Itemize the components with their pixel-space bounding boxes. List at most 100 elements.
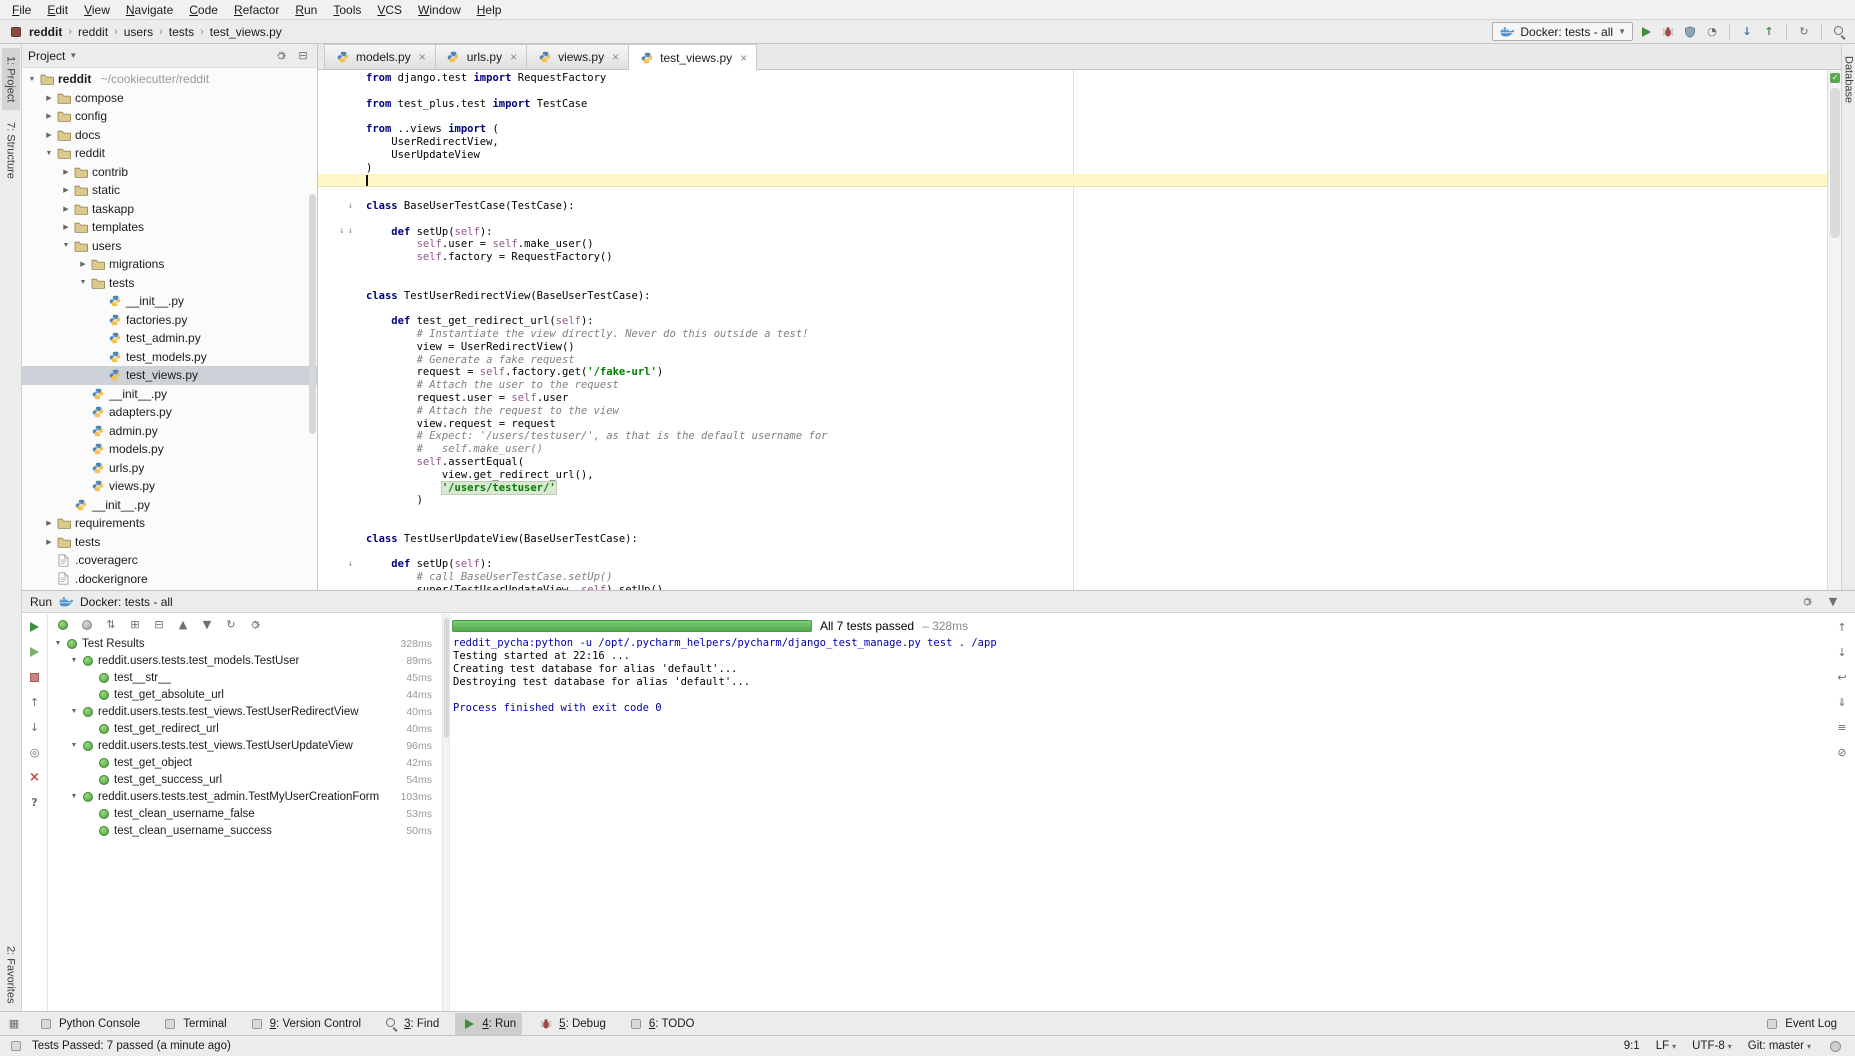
toolwindow-button-pythonconsole[interactable]: Python Console xyxy=(32,1013,146,1035)
rerun-failed-icon[interactable] xyxy=(27,644,43,660)
breadcrumb-item[interactable]: test_views.py xyxy=(208,25,284,39)
editor-tab-models.py[interactable]: models.py× xyxy=(324,44,436,69)
tree-item-docs[interactable]: ▶docs xyxy=(22,126,317,145)
tree-item-__init__.py[interactable]: __init__.py xyxy=(22,385,317,404)
close-icon[interactable]: × xyxy=(27,769,43,785)
code-line[interactable]: self.factory = RequestFactory() xyxy=(318,251,1827,264)
code-line[interactable]: '/users/testuser/' xyxy=(318,482,1827,495)
tree-item-test_models.py[interactable]: test_models.py xyxy=(22,348,317,367)
menu-navigate[interactable]: Navigate xyxy=(118,1,181,19)
previous-failed-icon[interactable]: ▲ xyxy=(175,617,191,633)
down-stack-icon[interactable]: ↓ xyxy=(1834,644,1850,660)
toolwindow-button-4run[interactable]: 4: Run xyxy=(455,1013,522,1035)
tree-item-tests[interactable]: ▼tests xyxy=(22,274,317,293)
test-result-row[interactable]: test__str__45ms xyxy=(48,669,442,686)
code-line[interactable]: # Generate a fake request xyxy=(318,354,1827,367)
code-line[interactable]: class TestUserUpdateView(BaseUserTestCas… xyxy=(318,533,1827,546)
code-line[interactable]: ) xyxy=(318,494,1827,507)
test-result-row[interactable]: test_get_success_url54ms xyxy=(48,771,442,788)
code-line[interactable]: from test_plus.test import TestCase xyxy=(318,98,1827,111)
run-configuration-select[interactable]: Docker: tests - all ▼ xyxy=(1492,22,1633,41)
scroll-end-icon[interactable]: ⇓ xyxy=(1834,694,1850,710)
code-line[interactable]: # call BaseUserTestCase.setUp() xyxy=(318,571,1827,584)
tree-item-requirements[interactable]: ▶requirements xyxy=(22,514,317,533)
tree-item-test_admin.py[interactable]: test_admin.py xyxy=(22,329,317,348)
editor-tab-test_views.py[interactable]: test_views.py× xyxy=(628,44,757,70)
code-line[interactable]: ↓class BaseUserTestCase(TestCase): xyxy=(318,200,1827,213)
settings-icon[interactable] xyxy=(247,617,263,633)
chevron-down-icon[interactable]: ▼ xyxy=(77,279,89,286)
settings-icon[interactable] xyxy=(1799,594,1815,610)
chevron-right-icon[interactable]: ▶ xyxy=(60,223,72,231)
editor-tab-views.py[interactable]: views.py× xyxy=(526,44,629,69)
test-result-row[interactable]: ▼reddit.users.tests.test_admin.TestMyUse… xyxy=(48,788,442,805)
menu-view[interactable]: View xyxy=(76,1,118,19)
code-line[interactable] xyxy=(318,277,1827,290)
tree-item-tests[interactable]: ▶tests xyxy=(22,533,317,552)
chevron-right-icon[interactable]: ▶ xyxy=(43,538,55,546)
test-result-row[interactable]: test_clean_username_false53ms xyxy=(48,805,442,822)
toolwindow-button-terminal[interactable]: Terminal xyxy=(156,1013,232,1035)
menu-file[interactable]: File xyxy=(4,1,39,19)
code-line[interactable] xyxy=(318,264,1827,277)
code-line[interactable]: ↓↓ def setUp(self): xyxy=(318,226,1827,239)
override-marker-icon[interactable]: ↓ xyxy=(348,202,353,211)
code-line[interactable]: from django.test import RequestFactory xyxy=(318,72,1827,85)
tree-item-templates[interactable]: ▶templates xyxy=(22,218,317,237)
chevron-down-icon[interactable]: ▼ xyxy=(68,708,80,715)
chevron-right-icon[interactable]: ▶ xyxy=(43,112,55,120)
code-line[interactable]: # self.make_user() xyxy=(318,443,1827,456)
next-occurrence-icon[interactable]: ↓ xyxy=(27,719,43,735)
test-result-row[interactable]: ▼reddit.users.tests.test_models.TestUser… xyxy=(48,652,442,669)
code-line[interactable]: view.request = request xyxy=(318,418,1827,431)
print-icon[interactable]: ≡ xyxy=(1834,719,1850,735)
project-scrollbar[interactable] xyxy=(309,194,316,434)
code-line[interactable]: self.assertEqual( xyxy=(318,456,1827,469)
code-line[interactable]: # Instantiate the view directly. Never d… xyxy=(318,328,1827,341)
toolwindow-button-3find[interactable]: 3: Find xyxy=(377,1013,445,1035)
code-line[interactable] xyxy=(318,85,1827,98)
tree-item-contrib[interactable]: ▶contrib xyxy=(22,163,317,182)
stripe-button-project[interactable]: 1: Project xyxy=(2,48,20,110)
breadcrumb-item[interactable]: tests xyxy=(167,25,196,39)
tree-item-urls.py[interactable]: urls.py xyxy=(22,459,317,478)
close-icon[interactable]: × xyxy=(419,50,426,64)
code-line[interactable]: class TestUserRedirectView(BaseUserTestC… xyxy=(318,290,1827,303)
toolwindow-button-9versioncontrol[interactable]: 9: Version Control xyxy=(243,1013,367,1035)
menu-run[interactable]: Run xyxy=(287,1,325,19)
code-line[interactable] xyxy=(318,507,1827,520)
tree-item-test_views.py[interactable]: test_views.py xyxy=(22,366,317,385)
tree-item-admin.py[interactable]: admin.py xyxy=(22,422,317,441)
code-line[interactable] xyxy=(318,174,1827,187)
tree-item-compose[interactable]: ▶compose xyxy=(22,89,317,108)
debug-icon[interactable] xyxy=(1660,24,1676,40)
menu-edit[interactable]: Edit xyxy=(39,1,76,19)
project-panel-header[interactable]: Project ▼ ⊟ xyxy=(22,44,317,68)
vcs-commit-icon[interactable]: ↑ xyxy=(1761,24,1777,40)
expand-all-icon[interactable]: ⊞ xyxy=(127,617,143,633)
settings-icon[interactable] xyxy=(273,48,289,64)
profiler-icon[interactable]: ◔ xyxy=(1704,24,1720,40)
chevron-down-icon[interactable]: ▼ xyxy=(60,242,72,249)
run-console-output[interactable]: reddit_pycha:python -u /opt/.pycharm_hel… xyxy=(450,634,1829,1011)
chevron-down-icon[interactable]: ▼ xyxy=(26,76,38,83)
menu-refactor[interactable]: Refactor xyxy=(226,1,287,19)
collapse-all-icon[interactable]: ⊟ xyxy=(295,48,311,64)
sort-alphabetically-icon[interactable]: ⇅ xyxy=(103,617,119,633)
code-line[interactable]: # Attach the request to the view xyxy=(318,405,1827,418)
breadcrumb-item[interactable]: users xyxy=(122,25,155,39)
code-line[interactable] xyxy=(318,213,1827,226)
toolwindow-button-5debug[interactable]: 5: Debug xyxy=(532,1013,612,1035)
hide-passed-icon[interactable] xyxy=(55,617,71,633)
status-message[interactable]: Tests Passed: 7 passed (a minute ago) xyxy=(32,1040,231,1052)
tree-item-migrations[interactable]: ▶migrations xyxy=(22,255,317,274)
tree-item-taskapp[interactable]: ▶taskapp xyxy=(22,200,317,219)
menu-window[interactable]: Window xyxy=(410,1,469,19)
close-icon[interactable]: × xyxy=(740,51,747,65)
inspector-icon[interactable] xyxy=(1827,1038,1843,1054)
show-ignored-icon[interactable] xyxy=(79,617,95,633)
test-result-row[interactable]: test_get_redirect_url40ms xyxy=(48,720,442,737)
collapse-all-icon[interactable]: ⊟ xyxy=(151,617,167,633)
test-result-row[interactable]: ▼reddit.users.tests.test_views.TestUserU… xyxy=(48,737,442,754)
code-line[interactable]: self.user = self.make_user() xyxy=(318,238,1827,251)
